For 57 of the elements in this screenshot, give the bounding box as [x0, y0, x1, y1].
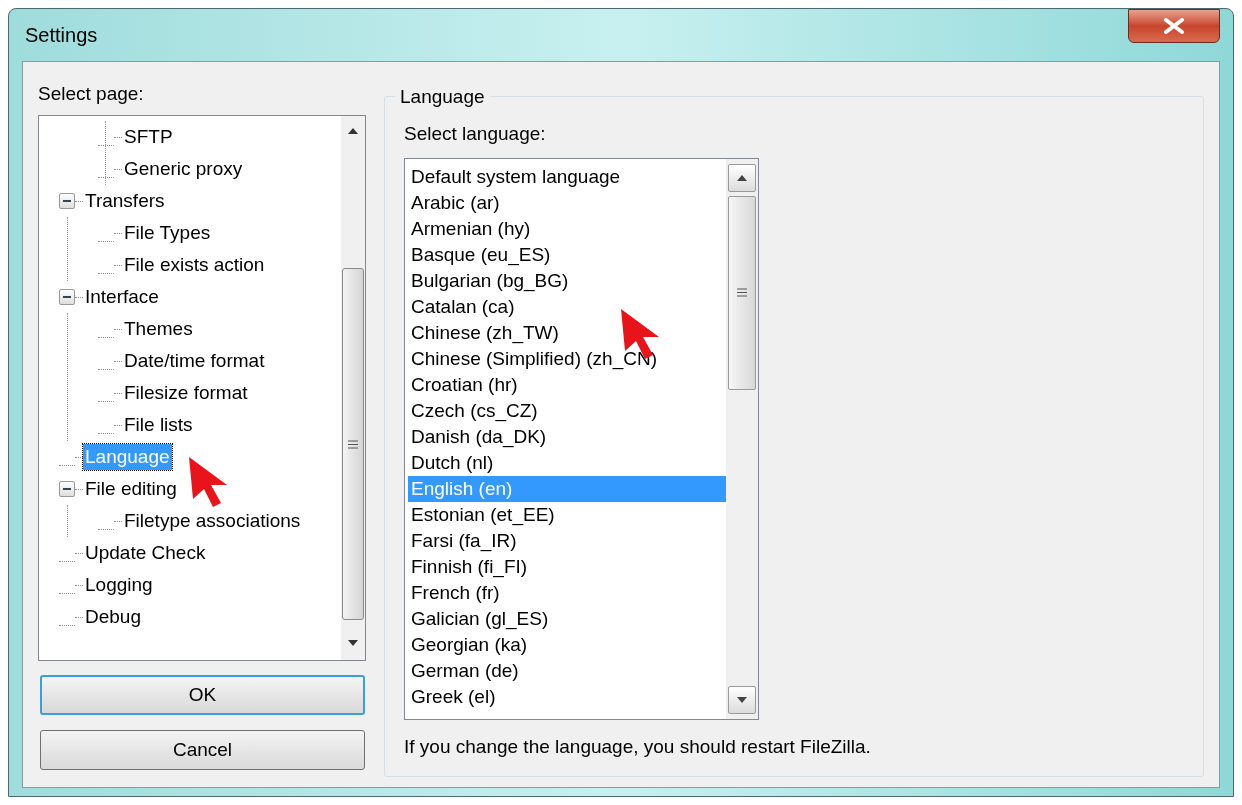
language-option[interactable]: Galician (gl_ES) — [408, 605, 726, 632]
language-option[interactable]: Catalan (ca) — [408, 293, 726, 320]
language-option[interactable]: Default system language — [408, 163, 726, 190]
language-option[interactable]: Danish (da_DK) — [408, 423, 726, 450]
language-option[interactable]: German (de) — [408, 657, 726, 684]
language-option[interactable]: Estonian (et_EE) — [408, 501, 726, 528]
tree-item[interactable]: Logging — [83, 572, 155, 598]
tree-label: Select page: — [38, 82, 145, 106]
tree-item[interactable]: Generic proxy — [122, 156, 245, 182]
collapse-icon[interactable] — [59, 289, 75, 305]
tree-item[interactable]: Debug — [83, 604, 143, 630]
language-option[interactable]: Basque (eu_ES) — [408, 241, 726, 268]
language-option[interactable]: Chinese (Simplified) (zh_CN) — [408, 345, 726, 372]
tree-item[interactable]: File exists action — [122, 252, 267, 278]
dialog-button[interactable]: Cancel — [40, 730, 365, 770]
dialog-button[interactable]: OK — [40, 675, 365, 715]
tree-item[interactable]: Transfers — [83, 188, 167, 214]
collapse-icon[interactable] — [59, 193, 75, 209]
tree-item[interactable]: Date/time format — [122, 348, 267, 374]
restart-note: If you change the language, you should restart FileZilla. — [404, 734, 872, 759]
scroll-down-icon — [737, 696, 747, 703]
language-option[interactable]: Finnish (fi_FI) — [408, 553, 726, 580]
grip-icon — [348, 439, 358, 449]
language-option[interactable]: Farsi (fa_IR) — [408, 527, 726, 554]
language-option[interactable]: Greek (el) — [408, 683, 726, 710]
window-title: Settings — [24, 23, 98, 48]
collapse-icon[interactable] — [59, 481, 75, 497]
tree-item[interactable]: File Types — [122, 220, 213, 246]
tree-item[interactable]: SFTP — [122, 124, 175, 150]
language-option[interactable]: Croatian (hr) — [408, 371, 726, 398]
grip-icon — [737, 288, 747, 297]
tree-item[interactable]: Filesize format — [122, 380, 250, 406]
tree-item[interactable]: Update Check — [83, 540, 208, 566]
language-option[interactable]: Bulgarian (bg_BG) — [408, 267, 726, 294]
tree-item[interactable]: Themes — [122, 316, 195, 342]
close-button[interactable] — [1128, 9, 1220, 43]
tree-item[interactable]: Filetype associations — [122, 508, 303, 534]
scroll-down-button[interactable] — [728, 685, 756, 714]
language-option[interactable]: Georgian (ka) — [408, 631, 726, 658]
language-option[interactable]: Arabic (ar) — [408, 189, 726, 216]
tree-item[interactable]: File editing — [83, 476, 179, 502]
language-option[interactable]: French (fr) — [408, 579, 726, 606]
scroll-up-button[interactable] — [728, 163, 756, 192]
list-label: Select language: — [404, 122, 547, 146]
scroll-down-icon[interactable] — [348, 640, 358, 646]
language-option[interactable]: Armenian (hy) — [408, 215, 726, 242]
language-option[interactable]: Chinese (zh_TW) — [408, 319, 726, 346]
close-icon — [1163, 18, 1185, 34]
cursor-arrow-icon — [187, 455, 229, 507]
tree-item[interactable]: File lists — [122, 412, 195, 438]
language-option[interactable]: Czech (cs_CZ) — [408, 397, 726, 424]
scrollbar-thumb[interactable] — [342, 268, 364, 620]
scroll-up-icon[interactable] — [348, 128, 358, 134]
tree-item[interactable]: Interface — [83, 284, 161, 310]
language-option[interactable]: Dutch (nl) — [408, 449, 726, 476]
scrollbar-thumb[interactable] — [728, 195, 756, 390]
scroll-up-icon — [737, 174, 747, 181]
